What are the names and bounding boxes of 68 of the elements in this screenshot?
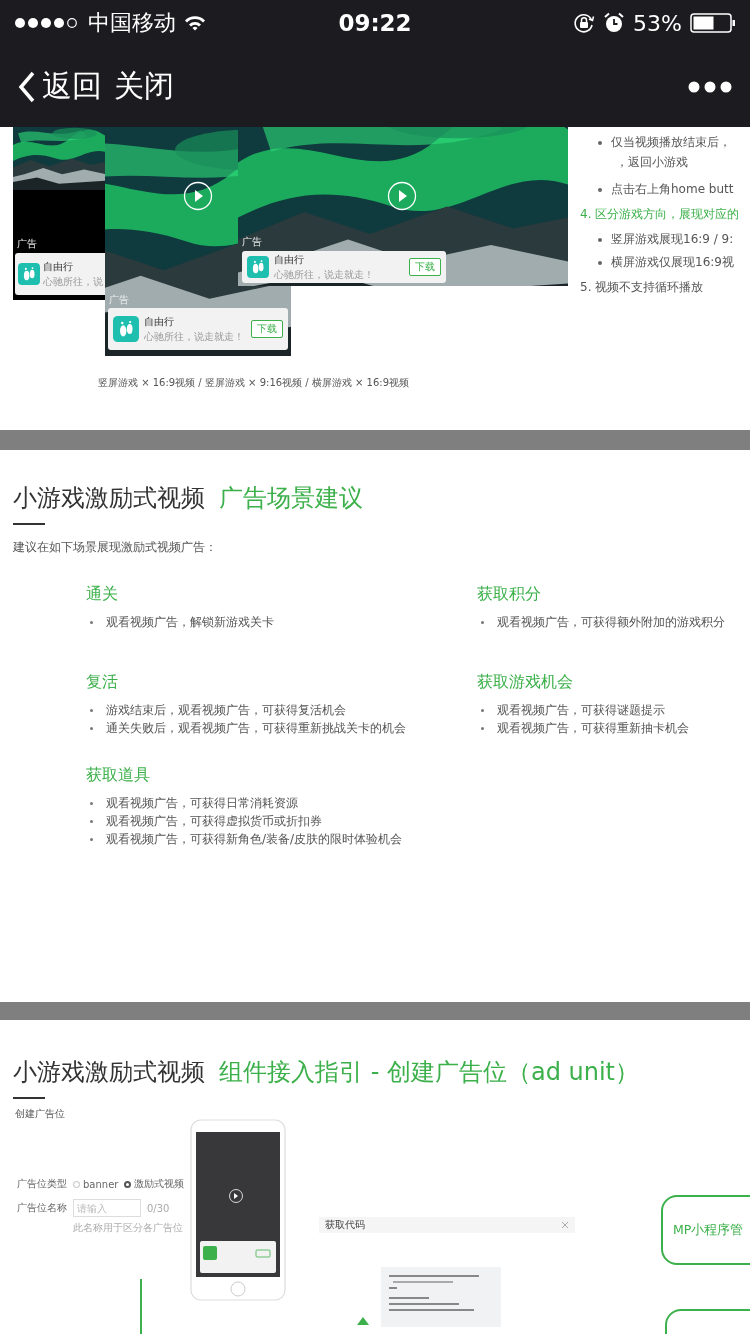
bullet-icon <box>598 187 602 192</box>
chevron-icon <box>18 70 36 103</box>
bullet-icon <box>598 140 602 145</box>
scene-bullet: 观看视频广告，可获得额外附加的游戏积分 <box>497 613 725 631</box>
scene-bullet: 观看视频广告，可获得虚拟货币或折扣券 <box>106 812 322 830</box>
scene-bullet: 观看视频广告，可获得日常消耗资源 <box>106 794 298 812</box>
scene-bullet: 观看视频广告，解锁新游戏关卡 <box>106 613 274 631</box>
dialog-title: 获取代码 <box>325 1218 365 1232</box>
numbered-note: 5. 视频不支持循环播放 <box>580 279 704 296</box>
name-input[interactable]: 请输入 <box>73 1199 141 1217</box>
scene-title: 通关 <box>86 584 119 605</box>
battery-percent: 53% <box>633 10 682 36</box>
note-text: 点击右上角home butt <box>611 181 734 198</box>
scene-title: 复活 <box>86 672 119 693</box>
numbered-note: 4. 区分游戏方向，展现对应的 <box>580 206 740 223</box>
bullet-icon <box>598 237 602 242</box>
bullet-icon <box>598 260 602 265</box>
form-label: 广告位类型 <box>17 1177 67 1191</box>
signal-icon <box>14 17 80 29</box>
bullet-icon <box>90 837 93 841</box>
radio-option[interactable]: banner <box>73 1178 119 1190</box>
bullet-icon <box>90 726 93 730</box>
image-caption: 竖屏游戏 × 16:9视频 / 竖屏游戏 × 9:16视频 / 横屏游戏 × 16:9视频 <box>98 376 410 390</box>
alarm-icon <box>603 12 626 34</box>
bullet-icon <box>90 620 93 624</box>
status-time: 09:22 <box>338 10 412 36</box>
note-text: ，返回小游戏 <box>616 154 688 171</box>
char-counter: 0/30 <box>147 1202 170 1214</box>
radio-option[interactable]: 激励式视频 <box>124 1177 185 1191</box>
slide-subtitle: 广告场景建议 <box>219 483 363 514</box>
scene-title: 获取游戏机会 <box>477 672 574 693</box>
scene-bullet: 观看视频广告，可获得新角色/装备/皮肤的限时体验机会 <box>106 830 403 848</box>
arrow-head-icon <box>357 1317 369 1325</box>
back-button[interactable]: 返回 <box>18 66 102 107</box>
note-text: 仅当视频播放结束后， <box>611 134 731 151</box>
carrier-name: 中国移动 <box>88 9 176 37</box>
field-hint: 此名称用于区分各广告位 <box>73 1221 184 1235</box>
bullet-icon <box>90 708 93 712</box>
scene-bullet: 观看视频广告，可获得重新抽卡机会 <box>497 719 689 737</box>
bullet-icon <box>90 801 93 805</box>
wifi-icon <box>184 15 206 31</box>
scene-title: 获取道具 <box>86 765 151 786</box>
bullet-icon <box>481 620 484 624</box>
ad-name: 自由行 <box>43 259 74 274</box>
rotation-lock-icon <box>573 12 596 34</box>
slide-subtitle: 组件接入指引 - 创建广告位（ad unit） <box>219 1057 639 1088</box>
section-label: 创建广告位 <box>15 1107 65 1121</box>
intro-text: 建议在如下场景展现激励式视频广告： <box>13 539 218 556</box>
footprint-icon <box>18 263 40 285</box>
ad-label: 广告 <box>17 237 37 251</box>
close-button[interactable]: 关闭 <box>114 66 174 107</box>
slide-title: 小游戏激励式视频 <box>13 1057 205 1088</box>
scene-title: 获取积分 <box>477 584 542 605</box>
flow-box: MP小程序管 <box>661 1195 750 1265</box>
slide-title: 小游戏激励式视频 <box>13 483 205 514</box>
bullet-icon <box>481 708 484 712</box>
scene-bullet: 游戏结束后，观看视频广告，可获得复活机会 <box>106 701 346 719</box>
note-text: 横屏游戏仅展现16:9视 <box>611 254 734 271</box>
bullet-icon <box>481 726 484 730</box>
form-label: 广告位名称 <box>17 1201 67 1215</box>
note-text: 竖屏游戏展现16:9 / 9: <box>611 231 734 248</box>
bullet-icon <box>90 819 93 823</box>
scene-bullet: 观看视频广告，可获得谜题提示 <box>497 701 665 719</box>
battery-icon <box>690 13 736 33</box>
ad-slogan: 心驰所往，说 <box>43 274 104 289</box>
scene-bullet: 通关失败后，观看视频广告，可获得重新挑战关卡的机会 <box>106 719 406 737</box>
ad-slogan: 心驰所往，说走就走！ <box>274 267 375 282</box>
play-icon[interactable] <box>387 181 417 211</box>
